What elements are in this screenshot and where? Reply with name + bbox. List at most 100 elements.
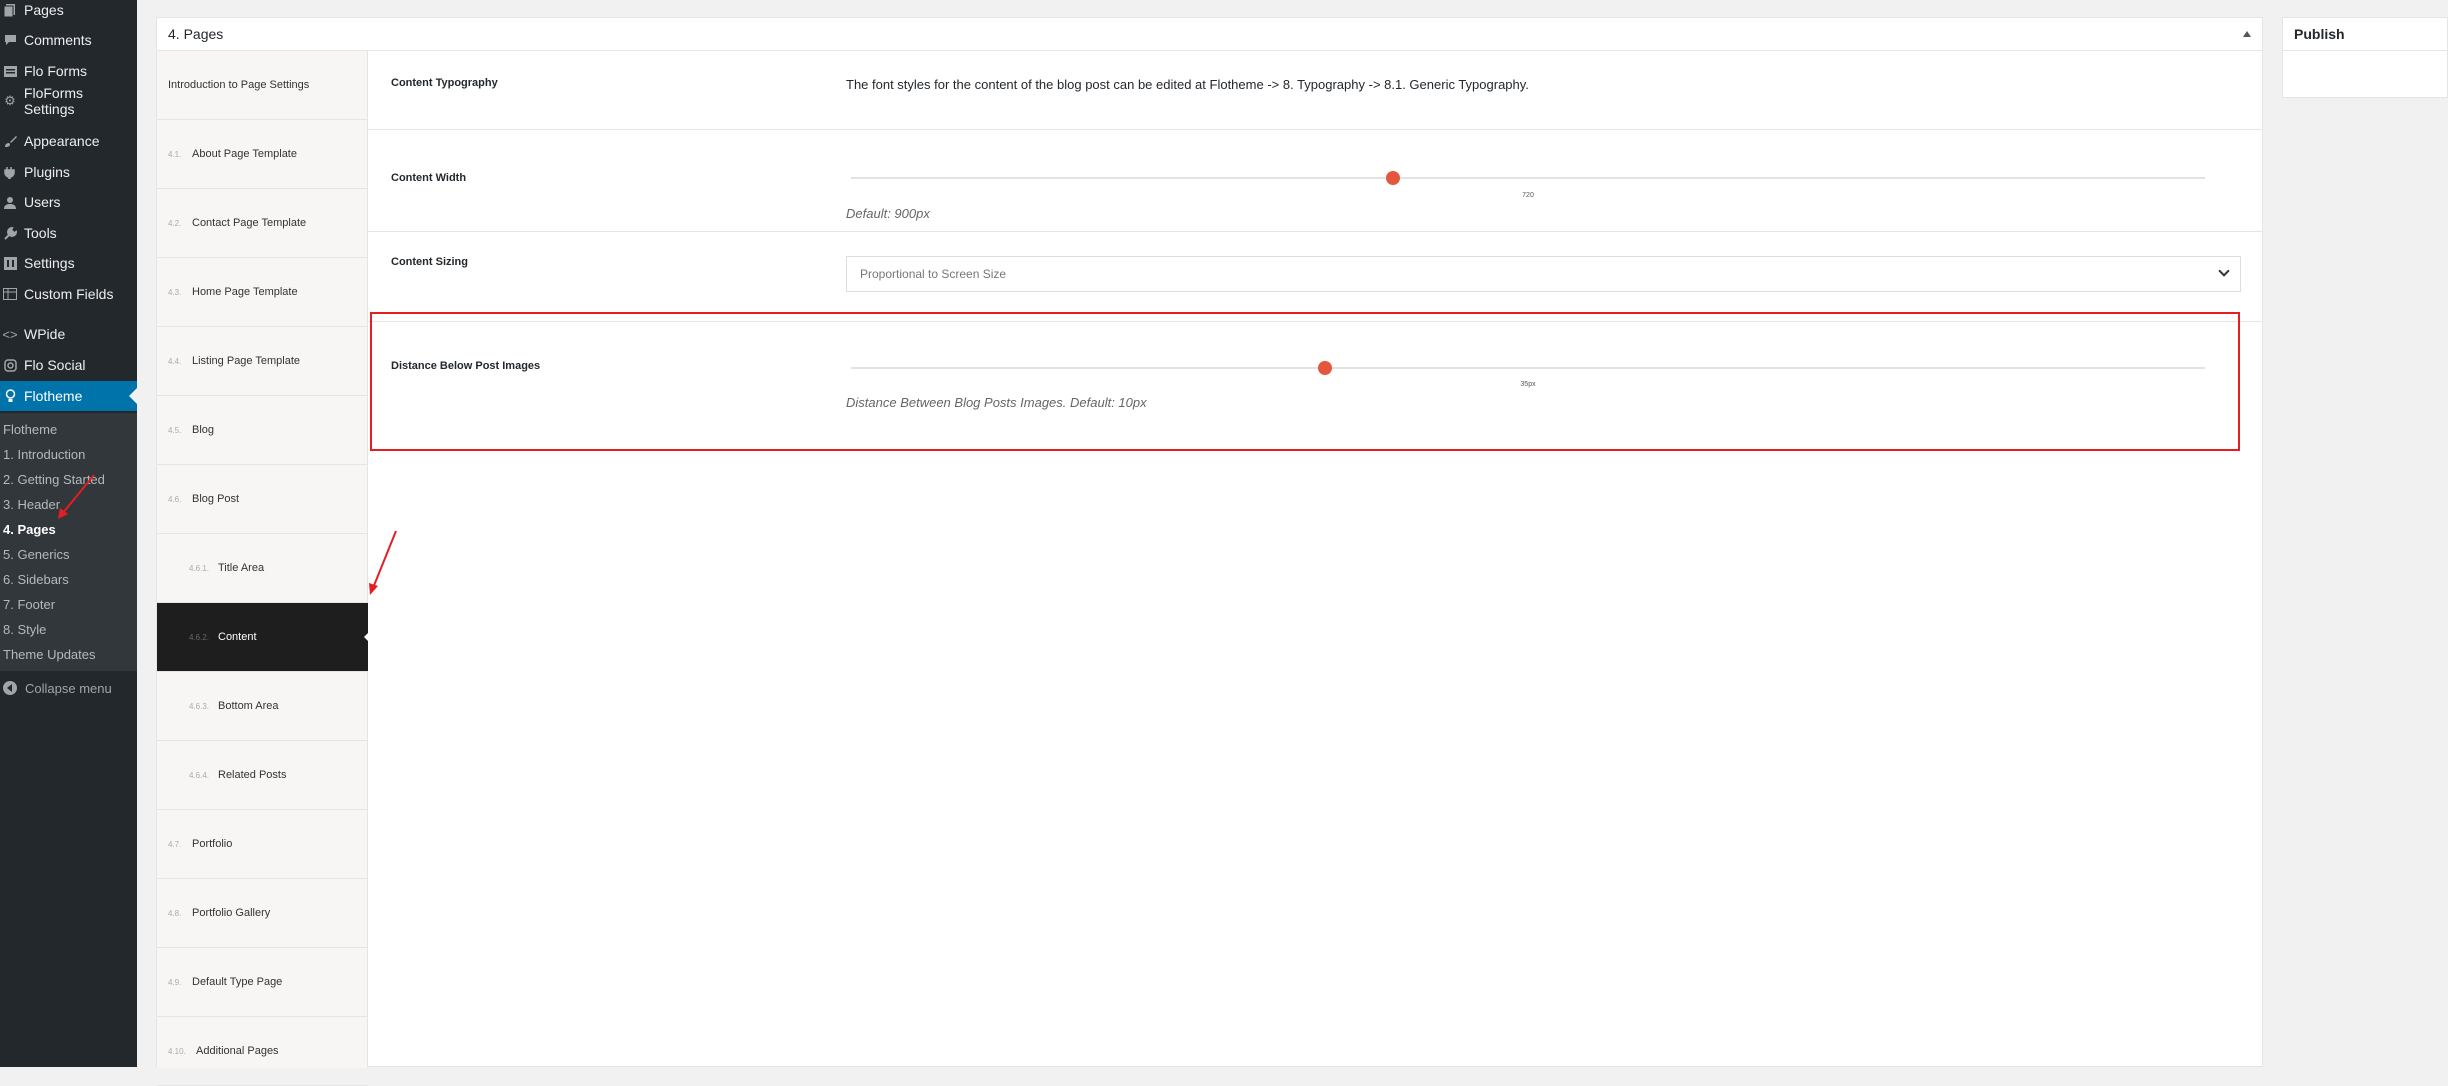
nav-item-listing-page-template[interactable]: 4.4. Listing Page Template [157, 327, 368, 396]
submenu-item-footer[interactable]: 7. Footer [3, 597, 55, 612]
nav-item-content[interactable]: 4.6.2. Content [157, 603, 369, 672]
distance-slider-handle[interactable] [1317, 361, 1332, 375]
nav-item-bottom-area[interactable]: 4.6.3. Bottom Area [157, 672, 368, 741]
nav-item-label: Introduction to Page Settings [168, 79, 310, 91]
nav-item-additional-pages[interactable]: 4.10. Additional Pages [157, 1017, 368, 1086]
distance-slider[interactable] [851, 361, 2205, 375]
nav-item-label: Bottom Area [218, 700, 279, 712]
nav-item-label: Default Type Page [192, 976, 283, 988]
content-sizing-select[interactable]: Proportional to Screen Size [846, 256, 2241, 292]
admin-sidebar: Pages Comments Flo Forms ⚙ FloForms Sett… [0, 0, 137, 1067]
setting-content-typography: Content Typography The font styles for t… [368, 51, 2263, 130]
distance-value: 35px [1520, 381, 1536, 388]
menu-item-flotheme[interactable]: Flotheme [0, 381, 137, 411]
submenu-item-introduction[interactable]: 1. Introduction [3, 447, 85, 462]
submenu-item-sidebars[interactable]: 6. Sidebars [3, 572, 69, 587]
nav-item-number: 4.1. [168, 149, 182, 159]
nav-item-contact-page-template[interactable]: 4.2. Contact Page Template [157, 189, 368, 258]
nav-item-label: Listing Page Template [192, 355, 301, 367]
submenu-item-generics[interactable]: 5. Generics [3, 547, 69, 562]
menu-item-label: Users [24, 194, 61, 210]
setting-hint: Distance Between Blog Posts Images. Defa… [846, 395, 1147, 410]
setting-label: Distance Below Post Images [391, 360, 541, 372]
nav-item-about-page-template[interactable]: 4.1. About Page Template [157, 120, 368, 189]
select-value: Proportional to Screen Size [860, 267, 1007, 281]
nav-item-number: 4.9. [168, 977, 182, 987]
flotheme-submenu: Flotheme 1. Introduction 2. Getting Star… [0, 413, 137, 671]
menu-item-plugins[interactable]: Plugins [0, 157, 137, 187]
submenu-item-style[interactable]: 8. Style [3, 622, 46, 637]
nav-item-portfolio[interactable]: 4.7. Portfolio [157, 810, 368, 879]
nav-item-number: 4.6. [168, 494, 182, 504]
submenu-item-pages[interactable]: 4. Pages [3, 522, 56, 537]
menu-item-label: Settings [24, 255, 75, 271]
menu-item-tools[interactable]: Tools [0, 218, 137, 248]
nav-item-portfolio-gallery[interactable]: 4.8. Portfolio Gallery [157, 879, 368, 948]
submenu-item-theme-updates[interactable]: Theme Updates [3, 647, 96, 662]
nav-item-default-type-page[interactable]: 4.9. Default Type Page [157, 948, 368, 1017]
nav-item-home-page-template[interactable]: 4.3. Home Page Template [157, 258, 368, 327]
collapse-panel-icon[interactable] [2243, 31, 2251, 37]
menu-item-label: FloForms Settings [23, 85, 84, 117]
menu-item-wpide[interactable]: <> WPide [0, 319, 137, 349]
pages-settings-panel: 4. Pages Introduction to Page Settings 4… [156, 17, 2263, 1086]
content-width-value: 720 [1522, 192, 1534, 199]
nav-item-title-area[interactable]: 4.6.1. Title Area [157, 534, 368, 603]
collapse-icon [3, 681, 17, 695]
nav-item-number: 4.6.3. [189, 701, 210, 711]
menu-item-users[interactable]: Users [0, 187, 137, 217]
menu-item-flo-social[interactable]: Flo Social [0, 350, 137, 380]
nav-item-number: 4.8. [168, 908, 182, 918]
menu-item-settings[interactable]: Settings [0, 248, 137, 278]
menu-item-custom-fields[interactable]: Custom Fields [0, 279, 137, 309]
menu-item-appearance[interactable]: Appearance [0, 126, 137, 156]
collapse-menu-button[interactable]: Collapse menu [0, 676, 137, 700]
setting-distance-below-post-images: Distance Below Post Images 35px Distance… [368, 322, 2263, 452]
nav-item-label: Blog Post [192, 493, 240, 505]
setting-hint: Default: 900px [846, 206, 930, 221]
nav-item-number: 4.5. [168, 425, 182, 435]
nav-item-label: Content [218, 631, 257, 643]
menu-item-comments[interactable]: Comments [0, 25, 137, 55]
nav-item-related-posts[interactable]: 4.6.4. Related Posts [157, 741, 368, 810]
chevron-down-icon [2218, 265, 2230, 277]
nav-item-blog-post[interactable]: 4.6. Blog Post [157, 465, 368, 534]
menu-item-label: WPide [24, 326, 66, 342]
menu-item-label: Flotheme [24, 388, 83, 404]
panel-header: 4. Pages [157, 18, 2262, 51]
publish-header: Publish [2283, 18, 2447, 51]
comments-icon [2, 32, 18, 48]
submenu-item-header[interactable]: 3. Header [3, 497, 60, 512]
nav-item-number: 4.6.2. [189, 632, 210, 642]
menu-item-floforms-settings[interactable]: ⚙ FloForms Settings [0, 85, 137, 117]
forms-icon [2, 63, 18, 79]
pages-icon [2, 2, 18, 18]
publish-title: Publish [2294, 26, 2345, 42]
setting-description: The font styles for the content of the b… [846, 77, 1529, 92]
nav-item-label: Contact Page Template [192, 217, 307, 229]
nav-item-number: 4.6.1. [189, 563, 210, 573]
content-width-slider-handle[interactable] [1385, 171, 1400, 185]
setting-content-width: Content Width 720 Default: 900px [368, 130, 2263, 232]
user-icon [2, 194, 18, 210]
nav-item-label: Related Posts [218, 769, 287, 781]
menu-item-flo-forms[interactable]: Flo Forms [0, 56, 137, 86]
menu-item-pages[interactable]: Pages [0, 0, 137, 25]
gear-icon: ⚙ [4, 93, 16, 108]
setting-content-sizing: Content Sizing Proportional to Screen Si… [368, 232, 2263, 322]
submenu-item-flotheme[interactable]: Flotheme [3, 422, 57, 437]
nav-item-blog[interactable]: 4.5. Blog [157, 396, 368, 465]
submenu-item-getting-started[interactable]: 2. Getting Started [3, 472, 105, 487]
collapse-menu-label: Collapse menu [25, 680, 112, 696]
menu-item-label: Comments [24, 32, 92, 48]
settings-icon [2, 255, 18, 271]
nav-item-label: Home Page Template [192, 286, 298, 298]
plugin-icon [2, 164, 18, 180]
nav-item-introduction[interactable]: Introduction to Page Settings [157, 51, 368, 120]
nav-item-label: Additional Pages [196, 1045, 279, 1057]
content-width-slider[interactable] [851, 171, 2205, 185]
menu-item-label: Flo Social [24, 357, 86, 373]
menu-item-label: Appearance [24, 133, 100, 149]
settings-nav: Introduction to Page Settings 4.1. About… [157, 51, 369, 1086]
nav-item-number: 4.7. [168, 839, 182, 849]
